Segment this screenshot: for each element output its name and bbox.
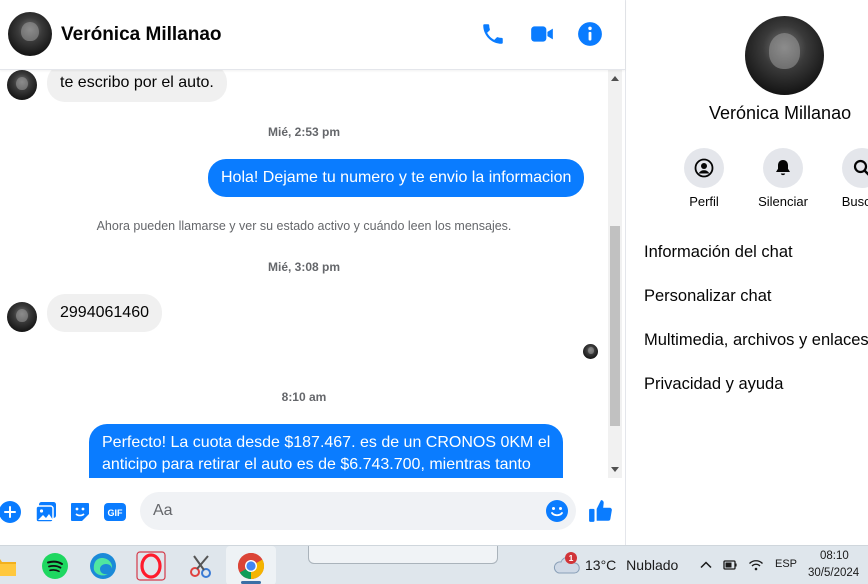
chevron-up-icon[interactable]: [698, 557, 714, 573]
file-explorer-icon[interactable]: [0, 551, 18, 581]
contact-avatar-small: [7, 302, 37, 332]
scroll-up-arrow[interactable]: [611, 76, 619, 81]
profile-button[interactable]: [684, 148, 724, 188]
outgoing-message[interactable]: Hola! Dejame tu numero y te envio la inf…: [208, 159, 585, 197]
weather-condition: Nublado: [626, 557, 679, 573]
clock-date[interactable]: 30/5/2024: [808, 567, 859, 579]
seen-receipt-avatar: [583, 344, 598, 359]
profile-label: Perfil: [689, 194, 719, 209]
edge-icon[interactable]: [88, 551, 118, 581]
mute-action[interactable]: Silenciar: [743, 148, 823, 209]
profile-name: Verónica Millanao: [709, 103, 852, 123]
contact-avatar[interactable]: [8, 12, 52, 56]
wifi-icon[interactable]: [748, 557, 764, 573]
emoji-icon[interactable]: [545, 499, 569, 523]
timestamp: Mié, 2:53 pm: [267, 125, 341, 139]
menu-chat-info[interactable]: Información del chat: [644, 243, 793, 262]
message-scrollbar[interactable]: [608, 70, 622, 478]
timestamp: Mié, 3:08 pm: [267, 260, 341, 274]
incoming-message[interactable]: te escribo por el auto.: [47, 70, 227, 102]
messenger-window: Verónica Millanao te escribo por el auto…: [0, 0, 868, 584]
contact-name[interactable]: Verónica Millanao: [61, 24, 222, 46]
scroll-thumb[interactable]: [610, 226, 620, 426]
profile-icon: [694, 158, 714, 178]
mute-button[interactable]: [763, 148, 803, 188]
timestamp: 8:10 am: [281, 390, 327, 404]
svg-text:GIF: GIF: [108, 508, 124, 518]
message-list[interactable]: te escribo por el auto. Mié, 2:53 pm Hol…: [0, 70, 608, 478]
profile-avatar[interactable]: [745, 16, 824, 95]
mute-label: Silenciar: [758, 194, 808, 209]
thumbs-up-icon[interactable]: [588, 498, 614, 524]
profile-action[interactable]: Perfil: [664, 148, 744, 209]
scroll-down-arrow[interactable]: [611, 467, 619, 472]
chat-pane: Verónica Millanao te escribo por el auto…: [0, 0, 625, 545]
search-icon: [853, 159, 868, 176]
menu-privacy-help[interactable]: Privacidad y ayuda: [644, 375, 783, 394]
clock-time[interactable]: 08:10: [820, 550, 849, 562]
contact-avatar-small: [7, 70, 37, 100]
menu-media-files-links[interactable]: Multimedia, archivos y enlaces: [644, 331, 868, 350]
phone-icon[interactable]: [480, 21, 506, 47]
search-label: Buscar: [841, 194, 868, 209]
incoming-message[interactable]: 2994061460: [47, 294, 162, 332]
search-action[interactable]: Buscar: [822, 148, 868, 209]
chat-header: Verónica Millanao: [0, 0, 625, 70]
outgoing-message[interactable]: Perfecto! La cuota desde $187.467. es de…: [89, 424, 564, 478]
video-camera-icon[interactable]: [529, 21, 555, 47]
windows-taskbar: 1 13°C Nublado ESP 08:10 30/5/2024: [0, 545, 868, 584]
plus-icon[interactable]: [0, 500, 22, 524]
composer-bar: GIF: [0, 480, 625, 544]
weather-notification-badge: 1: [565, 552, 577, 564]
gif-icon[interactable]: GIF: [103, 500, 127, 524]
message-line: anticipo para retirar el auto es de $6.7…: [102, 456, 531, 473]
photo-icon[interactable]: [34, 500, 58, 524]
battery-icon[interactable]: [722, 557, 738, 573]
search-button[interactable]: [842, 148, 868, 188]
snipping-tool-icon[interactable]: [186, 551, 216, 581]
weather-temp: 13°C: [585, 557, 617, 573]
taskbar-preview-tab: [308, 546, 498, 564]
message-input[interactable]: [140, 492, 576, 530]
system-notice: Ahora pueden llamarse y ver su estado ac…: [96, 219, 512, 233]
message-line: Perfecto! La cuota desde $187.467. es de…: [102, 434, 551, 451]
chrome-icon[interactable]: [236, 551, 266, 581]
info-icon[interactable]: [577, 21, 603, 47]
bell-icon: [776, 160, 790, 176]
input-language[interactable]: ESP: [775, 558, 797, 570]
spotify-icon[interactable]: [40, 551, 70, 581]
weather-widget[interactable]: 13°C Nublado: [585, 557, 678, 573]
menu-customize-chat[interactable]: Personalizar chat: [644, 287, 771, 306]
chat-info-panel: Verónica Millanao Perfil Silenciar Busc …: [626, 0, 868, 545]
sticker-icon[interactable]: [68, 500, 92, 524]
opera-icon[interactable]: [136, 551, 166, 581]
